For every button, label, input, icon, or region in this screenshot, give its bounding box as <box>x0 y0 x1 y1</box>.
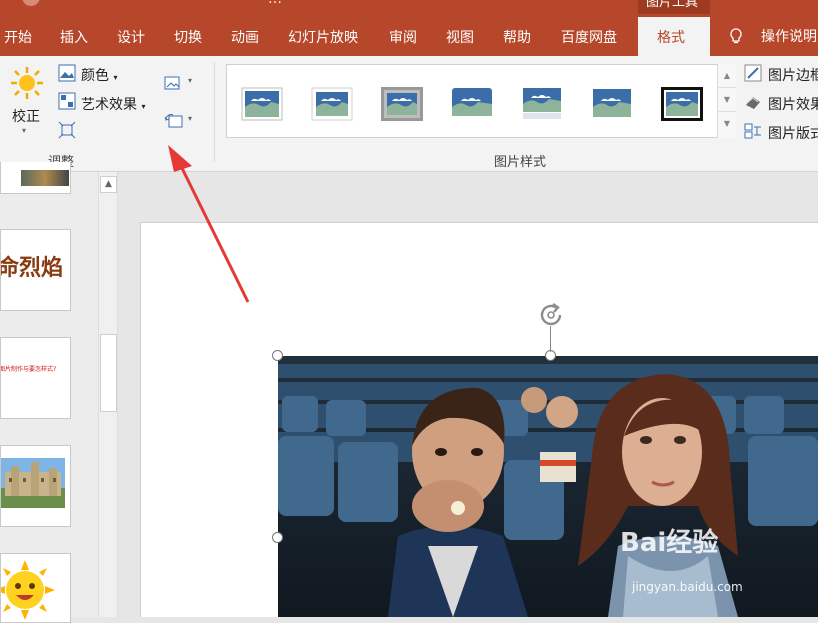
color-button[interactable]: 颜色 ▾ <box>81 65 117 85</box>
thumbnail-scrollbar[interactable]: ▲ <box>98 172 118 617</box>
artistic-effects-button[interactable]: 艺术效果 ▾ <box>81 94 145 114</box>
window-title: … <box>268 0 282 7</box>
baidu-watermark-logo: Bai经验 <box>620 528 719 558</box>
picture-tools-context-label: 图片工具 <box>638 0 710 14</box>
picture-border-button[interactable]: 图片边框 <box>768 65 818 85</box>
picture-style-thumb[interactable] <box>241 87 283 121</box>
artistic-effects-icon <box>58 92 76 110</box>
compress-pictures-icon[interactable] <box>58 121 76 139</box>
correct-dropdown-icon[interactable]: ▾ <box>22 126 26 135</box>
resize-handle[interactable] <box>272 532 283 543</box>
picture-effects-button[interactable]: 图片效果 <box>768 94 818 114</box>
sun-icon <box>11 67 43 99</box>
baidu-watermark-url: jingyan.baidu.com <box>632 580 743 594</box>
slide-thumbnail[interactable] <box>0 162 71 194</box>
castle-image <box>1 458 65 508</box>
picture-styles-gallery <box>226 64 736 138</box>
tab-animations[interactable]: 动画 <box>231 27 259 47</box>
tab-baidu-netdisk[interactable]: 百度网盘 <box>561 27 617 47</box>
picture-style-thumb-selected[interactable] <box>661 87 703 121</box>
slide-thumbnail[interactable] <box>0 553 71 623</box>
tab-view[interactable]: 视图 <box>446 27 474 47</box>
slide-thumbnail[interactable]: 命烈焰 <box>0 229 71 311</box>
picture-layout-icon <box>744 123 761 139</box>
slide-title-text: 命烈焰 <box>0 256 64 281</box>
reset-picture-icon[interactable] <box>164 112 184 130</box>
picture-border-icon <box>744 64 762 82</box>
gallery-scrollbar[interactable]: ▲ ▼ ▼ <box>717 64 736 138</box>
picture-style-thumb[interactable] <box>381 87 423 121</box>
gallery-more-icon[interactable]: ▼ <box>718 112 736 136</box>
slide-thumbnail-pane: 命烈焰 图片制作与要怎样式? <box>0 162 98 623</box>
tab-review[interactable]: 审阅 <box>389 27 417 47</box>
rotate-handle-icon[interactable] <box>536 300 566 330</box>
reset-picture-dropdown-icon[interactable]: ▾ <box>188 114 192 123</box>
slide-thumbnail[interactable]: 图片制作与要怎样式? <box>0 337 71 419</box>
change-picture-dropdown-icon[interactable]: ▾ <box>188 76 192 85</box>
group-separator <box>214 62 215 162</box>
correct-button[interactable]: 校正 <box>12 106 40 126</box>
tab-insert[interactable]: 插入 <box>60 27 88 47</box>
picture-style-thumb[interactable] <box>311 87 353 121</box>
gallery-down-icon[interactable]: ▼ <box>718 88 736 112</box>
resize-handle[interactable] <box>272 350 283 361</box>
quick-access-icon[interactable] <box>22 0 40 6</box>
tab-slideshow[interactable]: 幻灯片放映 <box>288 27 358 47</box>
picture-style-thumb[interactable] <box>451 87 493 121</box>
picture-layout-button[interactable]: 图片版式 <box>768 123 818 143</box>
picture-styles-group-label: 图片样式 <box>494 155 547 170</box>
change-picture-icon[interactable] <box>164 74 184 92</box>
color-icon <box>58 64 76 82</box>
scroll-up-icon[interactable]: ▲ <box>100 176 117 193</box>
slide-thumbnail[interactable] <box>0 445 71 527</box>
tab-help[interactable]: 帮助 <box>503 27 531 47</box>
tab-home[interactable]: 开始 <box>4 27 32 47</box>
slide-body-text: 图片制作与要怎样式? <box>0 366 57 373</box>
picture-effects-icon <box>746 97 760 109</box>
tab-format[interactable]: 格式 <box>638 17 710 56</box>
picture-style-thumb[interactable] <box>591 87 633 121</box>
ribbon: 校正 ▾ 颜色 ▾ 艺术效果 ▾ ▾ ▾ 调整 ▲ ▼ ▼ 图片样式 图片边框 … <box>0 56 818 172</box>
picture-style-thumb[interactable] <box>521 87 563 121</box>
sun-cartoon-image <box>1 560 55 620</box>
tab-design[interactable]: 设计 <box>117 27 145 47</box>
selected-picture[interactable] <box>278 356 818 617</box>
tell-me-search[interactable]: 操作说明 <box>728 26 817 46</box>
scroll-thumb[interactable] <box>100 334 117 412</box>
gallery-up-icon[interactable]: ▲ <box>718 64 736 88</box>
tab-transitions[interactable]: 切换 <box>174 27 202 47</box>
title-and-tab-bar: … 图片工具 开始 插入 设计 切换 动画 幻灯片放映 审阅 视图 帮助 百度网… <box>0 0 818 56</box>
